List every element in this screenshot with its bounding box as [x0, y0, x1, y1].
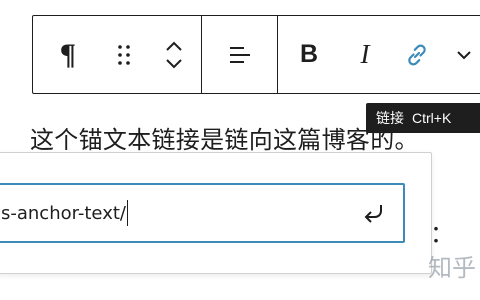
more-options-button[interactable]	[444, 16, 480, 93]
paragraph-icon: ¶	[59, 37, 76, 71]
align-button[interactable]	[202, 16, 277, 93]
paragraph-block-button[interactable]: ¶	[33, 16, 103, 93]
block-toolbar: ¶ B I	[32, 15, 480, 94]
bold-label: B	[299, 40, 319, 68]
link-tooltip: 链接 Ctrl+K	[366, 103, 480, 133]
move-down-icon[interactable]	[164, 58, 184, 70]
drag-handle-icon	[118, 44, 131, 65]
bold-button[interactable]: B	[278, 16, 340, 93]
link-popover: s-anchor-text/	[0, 152, 432, 274]
move-buttons	[146, 16, 201, 93]
tooltip-label: 链接	[376, 110, 404, 126]
alignment-group	[202, 16, 278, 93]
link-button[interactable]	[390, 16, 444, 93]
italic-label: I	[360, 39, 370, 69]
align-left-icon	[229, 46, 250, 63]
text-caret	[126, 200, 128, 226]
tooltip-shortcut: Ctrl+K	[412, 110, 452, 126]
formatting-group: B I	[278, 16, 480, 93]
italic-button[interactable]: I	[340, 16, 390, 93]
chevron-down-icon	[457, 50, 471, 59]
url-input[interactable]: s-anchor-text/	[0, 183, 405, 243]
block-controls-group: ¶	[33, 16, 202, 93]
enter-icon[interactable]	[359, 199, 389, 229]
trailing-text: ：	[430, 220, 454, 248]
link-icon	[408, 44, 426, 65]
url-value[interactable]: s-anchor-text/	[0, 203, 126, 224]
watermark: 知乎	[428, 254, 476, 282]
move-up-icon[interactable]	[164, 40, 184, 52]
drag-handle-button[interactable]	[103, 16, 147, 93]
